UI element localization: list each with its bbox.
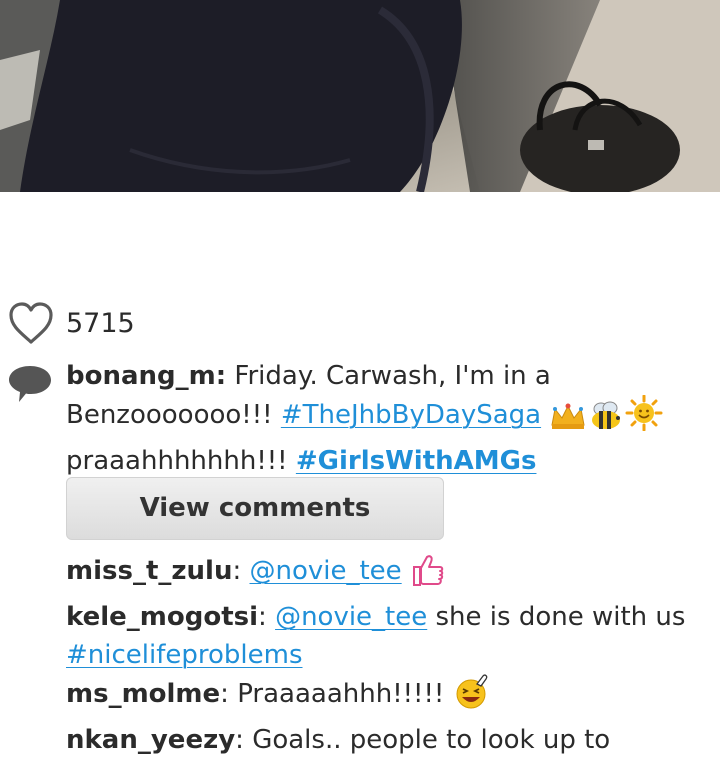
comment-text: Praaaaahhh!!!!! [237,679,445,709]
hashtag-link[interactable]: #TheJhbByDaySaga [281,400,541,430]
laughing-emoji-icon [453,674,491,721]
comment-text: she is done with us [435,602,686,632]
mention-link[interactable]: @novie_tee [275,602,427,632]
comment-separator: : [232,556,242,586]
post-caption: bonang_m: Friday. Carwash, I'm in a Benz… [66,357,706,480]
hashtag-link[interactable]: #nicelifeproblems [66,640,303,670]
comment-separator: : [220,679,229,709]
thumbs-up-emoji-icon [410,553,446,598]
caption-text-2: praaahhhhhhh!!! [66,446,288,476]
comment-item: miss_t_zulu: @novie_tee [66,552,716,598]
caption-username[interactable]: bonang_m: [66,361,226,391]
bee-emoji-icon [587,401,625,442]
comment-username[interactable]: miss_t_zulu [66,556,232,586]
comment-username[interactable]: kele_mogotsi [66,602,258,632]
comment-separator: : [235,725,244,755]
hashtag-link[interactable]: #GirlsWithAMGs [296,446,537,476]
view-comments-button[interactable]: View comments [66,477,444,540]
likes-row: 5715 [0,298,720,352]
comment-separator: : [258,602,267,632]
comment-username[interactable]: nkan_yeezy [66,725,235,755]
comment-item: nkan_yeezy: Goals.. people to look up to [66,721,716,759]
crown-emoji-icon [549,401,587,442]
post-photo[interactable] [0,0,720,192]
comment-item: ms_molme: Praaaaahhh!!!!! [66,674,716,721]
photo-illustration [0,0,720,192]
comment-username[interactable]: ms_molme [66,679,220,709]
comment-bubble-icon[interactable] [7,362,53,406]
comments-list: miss_t_zulu: @novie_tee kele_mogotsi: @n… [66,552,716,759]
sun-emoji-icon [625,394,663,442]
likes-count: 5715 [66,308,135,339]
mention-link[interactable]: @novie_tee [249,556,401,586]
heart-icon[interactable] [7,300,55,346]
comment-item: kele_mogotsi: @novie_tee she is done wit… [66,598,716,674]
comment-text: Goals.. people to look up to [252,725,611,755]
